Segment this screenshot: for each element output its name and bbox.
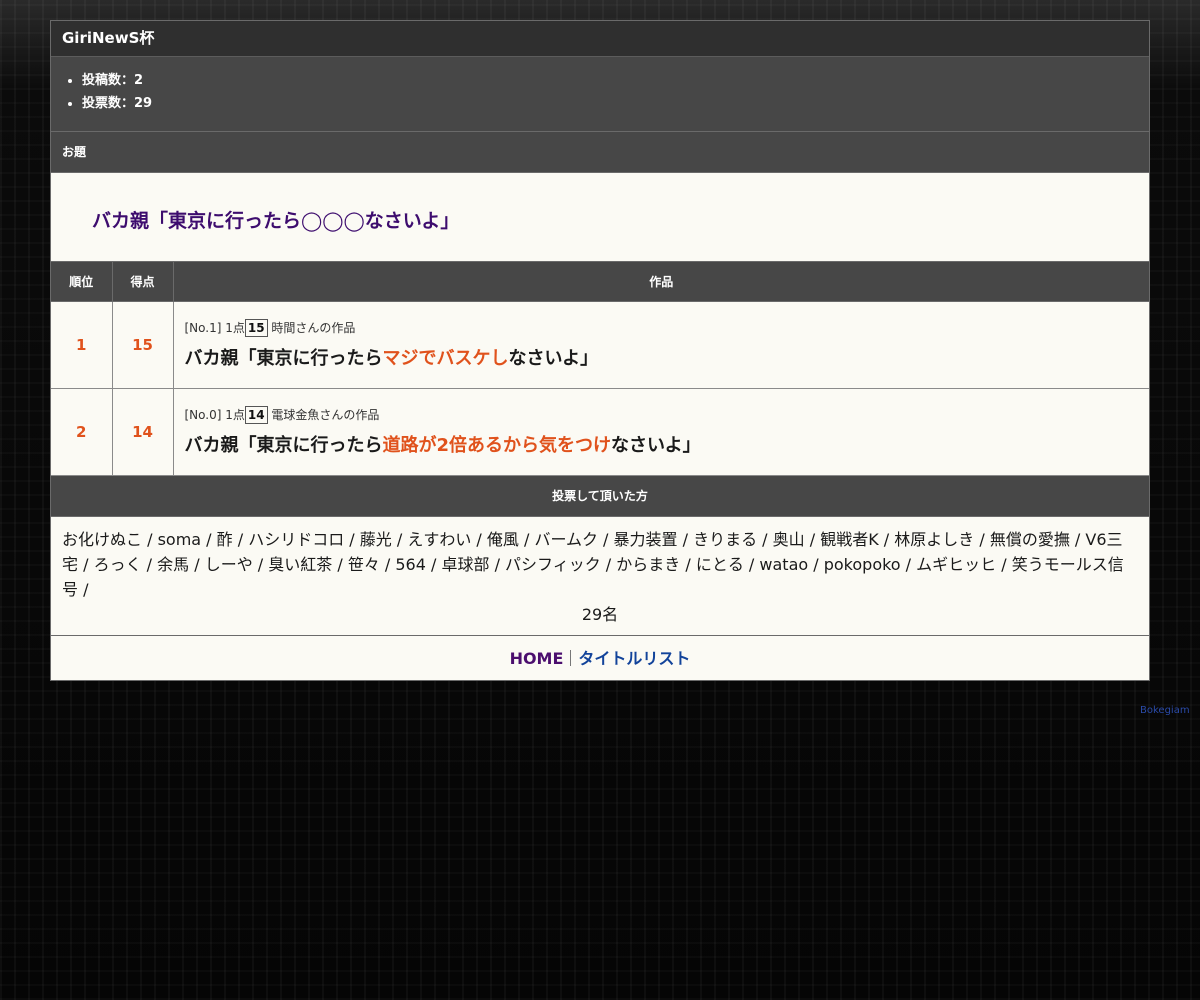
entry-author: 電球金魚さんの作品 [267, 408, 380, 422]
voters-box: お化けぬこ / soma / 酢 / ハシリドコロ / 藤光 / えすわい / … [51, 517, 1149, 636]
entry-text-before: バカ親「東京に行ったら [184, 435, 383, 456]
site-credit-link[interactable]: Bokegiam [1140, 705, 1190, 716]
entry-author: 時間さんの作品 [267, 321, 356, 335]
entry-number: [No.0] 1点 [184, 408, 245, 422]
voter-count: 29名 [581, 605, 619, 624]
entry-text-after: なさいよ」 [611, 435, 701, 456]
voters-heading: 投票して頂いた方 [51, 476, 1149, 517]
entry-text-highlight: マジでバスケし [382, 348, 509, 369]
entry-text-before: バカ親「東京に行ったら [184, 348, 383, 369]
rank-cell: 1 [51, 301, 113, 389]
post-count: 投稿数：2 [82, 69, 1149, 92]
contest-panel: GiriNewS杯 投稿数：2 投票数：29 お題 バカ親「東京に行ったら◯◯◯… [50, 20, 1150, 681]
entry-score-badge: 14 [244, 406, 268, 424]
entry-score-badge: 15 [244, 319, 268, 337]
entry-text: バカ親「東京に行ったら道路が2倍あるから気をつけなさいよ」 [185, 433, 1150, 459]
entry-text-after: なさいよ」 [508, 348, 599, 369]
score-column-header: 得点 [112, 262, 174, 302]
odai-heading: お題 [51, 132, 1149, 173]
score-cell: 14 [112, 388, 174, 476]
work-cell: [No.0] 1点 14 電球金魚さんの作品 バカ親「東京に行ったら道路が2倍ある… [173, 388, 1150, 476]
entry-text-highlight: 道路が2倍あるから気をつけ [382, 435, 612, 456]
contest-title: GiriNewS杯 [51, 21, 1149, 57]
rank-cell: 2 [51, 388, 113, 476]
score-cell: 15 [112, 301, 174, 389]
entry-meta: [No.1] 1点 15 時間さんの作品 [185, 318, 1150, 338]
title-list-link[interactable]: タイトルリスト [578, 649, 690, 668]
ranking-header-row: 順位 得点 作品 [51, 262, 1149, 302]
stats-list: 投稿数：2 投票数：29 [51, 69, 1149, 115]
home-link[interactable]: HOME [510, 649, 564, 668]
work-column-header: 作品 [173, 262, 1149, 302]
entry-text: バカ親「東京に行ったらマジでバスケしなさいよ」 [185, 346, 1150, 372]
work-cell: [No.1] 1点 15 時間さんの作品 バカ親「東京に行ったらマジでバスケしなさ… [173, 301, 1150, 389]
entry-number: [No.1] 1点 [184, 321, 245, 335]
table-row: 2 14 [No.0] 1点 14 電球金魚さんの作品 バカ親「東京に行ったら道路… [51, 388, 1150, 476]
ranking-table: 順位 得点 作品 1 15 [No.1] 1点 15 時間さんの作品 バカ親「東京… [51, 262, 1149, 476]
rank-column-header: 順位 [51, 262, 113, 302]
entry-meta: [No.0] 1点 14 電球金魚さんの作品 [185, 405, 1150, 425]
nav-divider [570, 650, 572, 666]
voter-names: お化けぬこ / soma / 酢 / ハシリドコロ / 藤光 / えすわい / … [62, 530, 1124, 599]
odai-text: バカ親「東京に行ったら◯◯◯なさいよ」 [51, 173, 1149, 262]
stats-box: 投稿数：2 投票数：29 [51, 57, 1149, 132]
table-row: 1 15 [No.1] 1点 15 時間さんの作品 バカ親「東京に行ったらマジでバ… [51, 301, 1150, 389]
vote-count: 投票数：29 [82, 92, 1149, 115]
footer-nav: HOME タイトルリスト [51, 636, 1149, 680]
